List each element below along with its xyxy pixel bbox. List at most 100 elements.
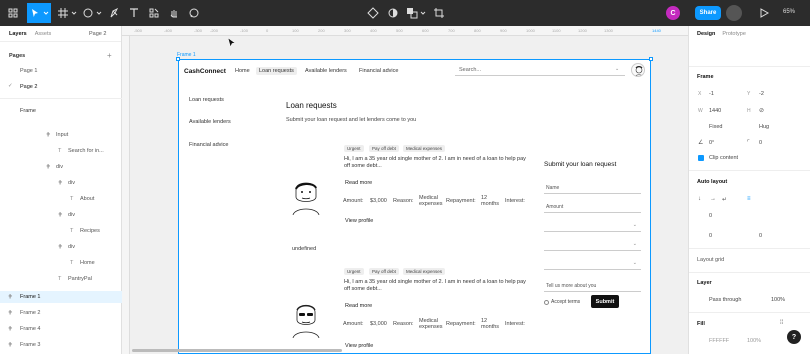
- alignment-icon[interactable]: ≡: [747, 196, 751, 202]
- shape-tool-button[interactable]: [81, 3, 103, 23]
- search-input[interactable]: Search...: [455, 65, 625, 76]
- component-button[interactable]: [365, 3, 381, 23]
- selected-layer-row[interactable]: [0, 291, 122, 303]
- help-button[interactable]: ?: [787, 330, 801, 344]
- fill-style-icon[interactable]: ⁞⁞: [780, 320, 783, 326]
- about-you-field[interactable]: Tell us more about you: [544, 281, 641, 292]
- crop-button[interactable]: [431, 3, 447, 23]
- form-select[interactable]: ⌄: [544, 240, 641, 251]
- app-avatar[interactable]: [631, 63, 645, 77]
- read-more-link[interactable]: Read more: [345, 180, 372, 186]
- tab-design[interactable]: Design: [697, 31, 715, 37]
- layer-item[interactable]: Search for in...: [68, 148, 104, 154]
- tab-layers[interactable]: Layers: [9, 31, 27, 37]
- frame-item[interactable]: Frame 1: [20, 294, 40, 300]
- boolean-button[interactable]: [405, 3, 427, 23]
- properties-panel: Design Prototype Frame X -1 Y -2 W 1440 …: [688, 26, 810, 354]
- amount-field[interactable]: Amount: [544, 202, 641, 213]
- ruler-tick: 0: [266, 28, 269, 33]
- tab-prototype[interactable]: Prototype: [722, 31, 746, 37]
- layout-grid-heading[interactable]: Layout grid: [697, 257, 724, 263]
- width-mode-select[interactable]: Fixed: [709, 124, 722, 130]
- wrap-icon[interactable]: ↵: [722, 196, 727, 203]
- horizontal-scrollbar[interactable]: [132, 349, 342, 352]
- side-link-financial-advice[interactable]: Financial advice: [189, 142, 228, 148]
- dev-mode-toggle[interactable]: [726, 5, 742, 21]
- page-item[interactable]: Page 2: [20, 84, 37, 90]
- add-page-icon[interactable]: +: [107, 51, 112, 60]
- layer-item[interactable]: Home: [80, 260, 95, 266]
- frame-layer[interactable]: Frame: [20, 108, 36, 114]
- hand-tool-button[interactable]: [166, 3, 182, 23]
- page-item[interactable]: Page 1: [20, 68, 37, 74]
- tab-assets[interactable]: Assets: [35, 31, 52, 37]
- layer-item[interactable]: Input: [56, 132, 68, 138]
- design-canvas[interactable]: -500 -400 -300 -200 -100 0 100 200 300 4…: [122, 26, 688, 354]
- submit-button[interactable]: Submit: [591, 295, 619, 308]
- radius-input[interactable]: 0: [759, 140, 762, 146]
- fill-opacity-input[interactable]: 100%: [747, 338, 761, 344]
- nav-loan-requests[interactable]: Loan requests: [256, 67, 297, 75]
- tag: Pay off debt: [369, 268, 399, 275]
- frame-item[interactable]: Frame 3: [20, 342, 40, 348]
- nav-available-lenders[interactable]: Available lenders: [302, 67, 350, 75]
- layer-item[interactable]: div: [68, 180, 75, 186]
- nav-home[interactable]: Home: [232, 67, 253, 75]
- zoom-level[interactable]: 65%: [783, 9, 795, 15]
- form-select[interactable]: ⌄: [544, 221, 641, 232]
- frame-layer-icon: ⋕: [8, 326, 13, 332]
- frame-1[interactable]: CashConnect Home Loan requests Available…: [176, 57, 653, 354]
- layer-item[interactable]: div: [56, 164, 63, 170]
- x-input[interactable]: -1: [709, 91, 714, 97]
- pen-tool-button[interactable]: [105, 3, 125, 23]
- move-tool-button[interactable]: [27, 3, 51, 23]
- w-input[interactable]: 1440: [709, 108, 721, 114]
- mask-button[interactable]: [385, 3, 401, 23]
- layer-item[interactable]: div: [68, 244, 75, 250]
- read-more-link[interactable]: Read more: [345, 303, 372, 309]
- form-select[interactable]: ⌄: [544, 259, 641, 270]
- view-profile-link[interactable]: View profile: [345, 218, 373, 224]
- accept-terms[interactable]: Accept terms: [544, 299, 580, 305]
- layer-item[interactable]: PantryPal: [68, 276, 92, 282]
- share-button[interactable]: Share: [695, 6, 721, 20]
- layer-item[interactable]: About: [80, 196, 94, 202]
- view-profile-link[interactable]: View profile: [345, 343, 373, 349]
- layer-opacity-input[interactable]: 100%: [771, 297, 785, 303]
- radio-icon[interactable]: [544, 299, 549, 305]
- present-button[interactable]: [757, 3, 771, 23]
- ruler-tick: 1000: [526, 28, 535, 33]
- direction-right-icon[interactable]: →: [710, 196, 716, 202]
- direction-down-icon[interactable]: ↓: [698, 196, 701, 202]
- rotation-input[interactable]: 0°: [709, 140, 714, 146]
- blend-mode-select[interactable]: Pass through: [709, 297, 741, 303]
- layer-item[interactable]: Recipes: [80, 228, 100, 234]
- frame-tool-button[interactable]: [56, 3, 78, 23]
- comment-tool-button[interactable]: [186, 3, 202, 23]
- tag: Medical expenses: [403, 145, 446, 152]
- tag: Pay off debt: [369, 145, 399, 152]
- padding-v-input[interactable]: 0: [759, 233, 762, 239]
- resources-button[interactable]: [146, 3, 162, 23]
- padding-h-input[interactable]: 0: [709, 233, 712, 239]
- lock-ratio-icon[interactable]: ⊘: [759, 107, 764, 114]
- clip-content-checkbox[interactable]: [698, 155, 704, 161]
- frame-item[interactable]: Frame 4: [20, 326, 40, 332]
- nav-financial-advice[interactable]: Financial advice: [356, 67, 401, 75]
- app-brand[interactable]: CashConnect: [184, 68, 226, 75]
- user-avatar[interactable]: C: [666, 6, 680, 20]
- reason-label: Reason:: [393, 198, 414, 204]
- frame-item[interactable]: Frame 2: [20, 310, 40, 316]
- height-mode-select[interactable]: Hug: [759, 124, 769, 130]
- y-input[interactable]: -2: [759, 91, 764, 97]
- side-link-loan-requests[interactable]: Loan requests: [189, 97, 224, 103]
- page-selector[interactable]: Page 2: [89, 31, 106, 37]
- text-tool-button[interactable]: [126, 3, 142, 23]
- fill-hex-input[interactable]: FFFFFF: [709, 338, 729, 344]
- amount-label: Amount:: [343, 321, 364, 327]
- side-link-available-lenders[interactable]: Available lenders: [189, 119, 231, 125]
- gap-input[interactable]: 0: [709, 213, 712, 219]
- main-menu-icon[interactable]: [5, 3, 21, 23]
- name-field[interactable]: Name: [544, 183, 641, 194]
- layer-item[interactable]: div: [68, 212, 75, 218]
